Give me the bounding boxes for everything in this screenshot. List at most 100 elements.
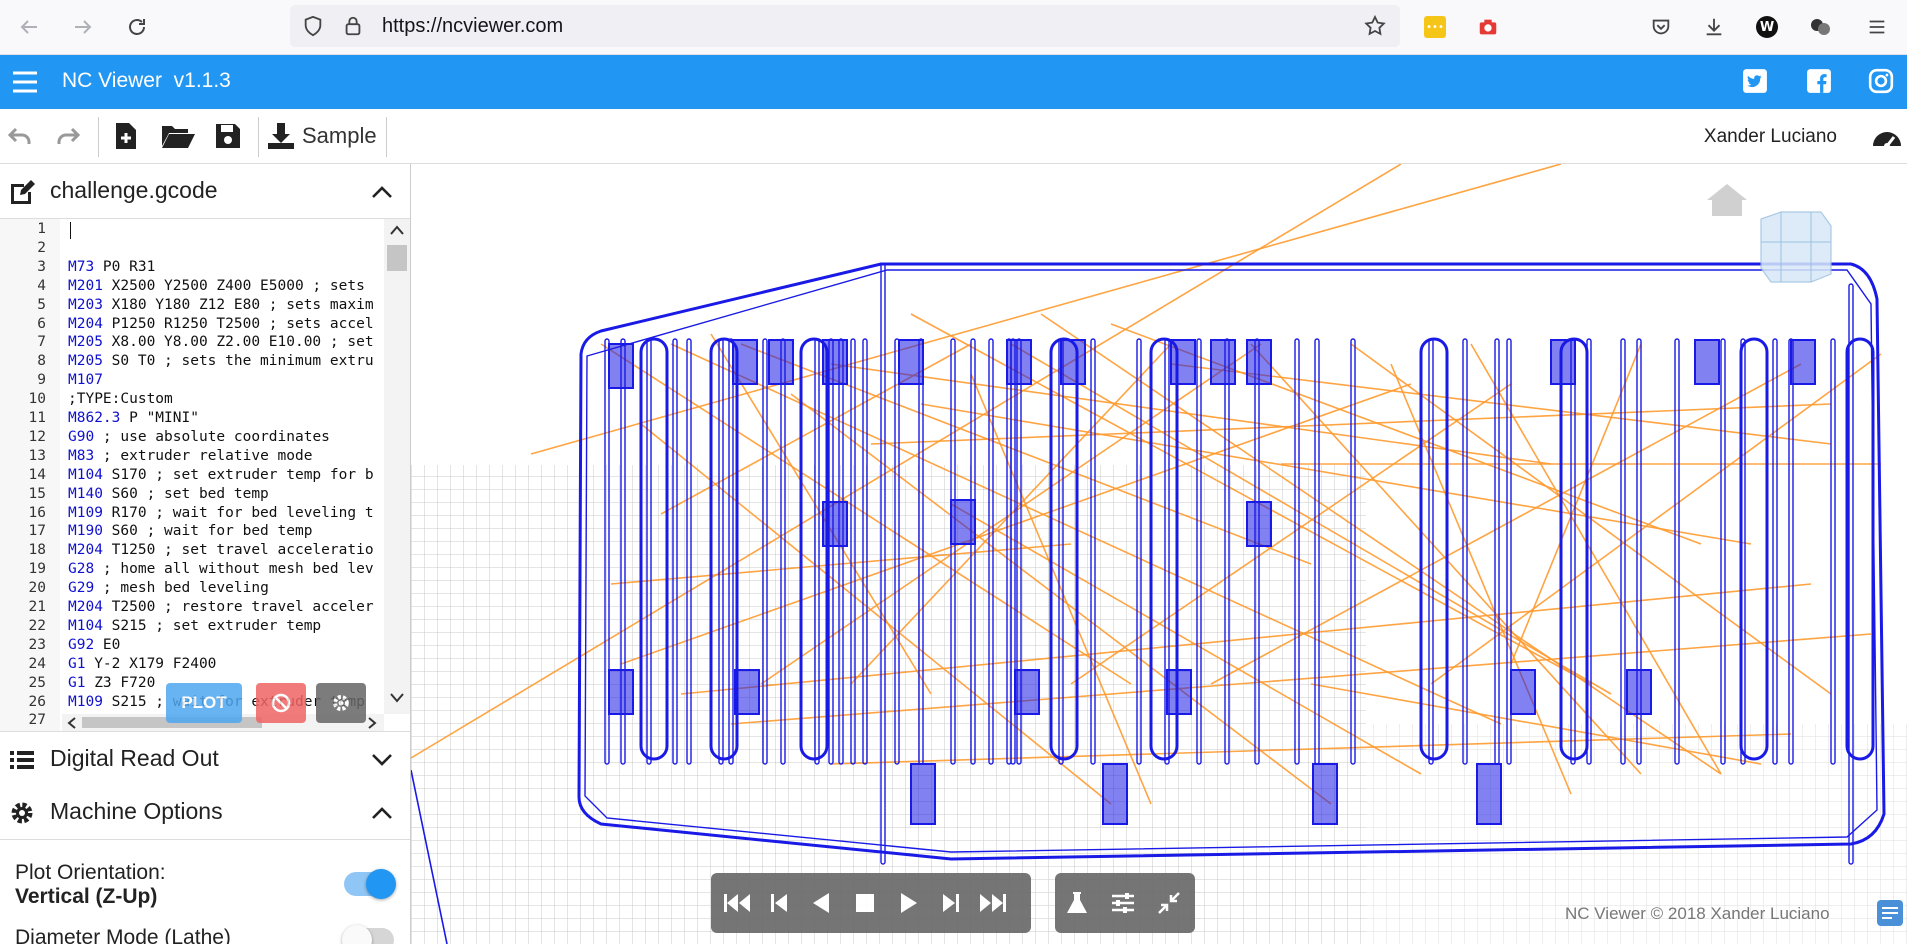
folder-open-icon [162, 126, 195, 148]
code-line[interactable]: M73 P0 R31 [68, 259, 155, 275]
menu-icon[interactable] [1860, 10, 1894, 44]
machine-options-header[interactable]: Machine Options [0, 785, 410, 840]
line-number: 22 [28, 617, 46, 634]
line-number: 16 [28, 504, 46, 521]
clear-button[interactable] [256, 683, 306, 723]
step-backward-icon [771, 894, 787, 912]
letter-curve [1559, 337, 1589, 761]
pocket-icon[interactable] [1644, 10, 1678, 44]
code-line[interactable]: M109 R170 ; wait for bed leveling t [68, 505, 374, 521]
settings-sliders-button[interactable] [1105, 885, 1141, 921]
redo-button[interactable] [52, 117, 84, 155]
screenshot-camera-icon[interactable] [1471, 10, 1505, 44]
toolpath-scene[interactable] [411, 164, 1907, 944]
code-line[interactable]: M203 X180 Y180 Z12 E80 ; sets maxim [68, 297, 374, 313]
star-icon[interactable] [1363, 14, 1387, 38]
code-line[interactable]: ;TYPE:Custom [68, 391, 173, 407]
speedometer-icon[interactable] [1870, 122, 1904, 152]
gcode-command: M862.3 [68, 410, 121, 426]
reload-button[interactable] [120, 10, 154, 44]
wikipedia-extension-icon[interactable]: W [1750, 10, 1784, 44]
scroll-right-icon[interactable] [366, 716, 378, 730]
editor-settings-button[interactable] [316, 683, 366, 723]
new-file-button[interactable] [110, 117, 142, 155]
vertical-scroll-thumb[interactable] [387, 245, 407, 271]
ban-icon [271, 693, 291, 713]
code-line[interactable]: M190 S60 ; wait for bed temp [68, 523, 312, 539]
diameter-mode-toggle[interactable] [342, 925, 394, 944]
forward-button[interactable] [66, 10, 100, 44]
code-line[interactable]: M140 S60 ; set bed temp [68, 486, 269, 502]
play-reverse-button[interactable] [803, 885, 839, 921]
code-line[interactable]: G92 E0 [68, 637, 120, 653]
dro-panel-header[interactable]: Digital Read Out [0, 731, 410, 787]
sample-button-label: Sample [302, 123, 377, 148]
twitter-icon[interactable] [1742, 68, 1768, 94]
code-line[interactable]: M205 S0 T0 ; sets the minimum extru [68, 353, 374, 369]
code-line[interactable]: G90 ; use absolute coordinates [68, 429, 330, 445]
code-line[interactable]: M104 S170 ; set extruder temp for b [68, 467, 374, 483]
home-view-icon[interactable] [1707, 184, 1747, 216]
code-line[interactable]: M204 T1250 ; set travel acceleratio [68, 542, 374, 558]
plot-orientation-option: Plot Orientation: Vertical (Z-Up) [15, 861, 166, 909]
code-line[interactable]: M862.3 P "MINI" [68, 410, 199, 426]
sample-button[interactable]: Sample [266, 117, 377, 155]
view-cube[interactable] [1760, 211, 1832, 283]
code-line[interactable]: G29 ; mesh bed leveling [68, 580, 269, 596]
play-button[interactable] [891, 885, 927, 921]
line-number: 7 [37, 334, 46, 351]
code-line[interactable]: M107 [68, 372, 103, 388]
scroll-down-icon[interactable] [389, 691, 405, 705]
step-back-button[interactable] [761, 885, 797, 921]
back-button[interactable] [12, 10, 46, 44]
code-line[interactable]: G28 ; home all without mesh bed lev [68, 561, 374, 577]
scroll-left-icon[interactable] [66, 716, 78, 730]
code-line[interactable]: G1 Z3 F720 [68, 675, 155, 691]
url-text[interactable]: https://ncviewer.com [382, 15, 563, 38]
editor-vertical-scrollbar[interactable] [384, 219, 410, 714]
code-line[interactable]: M204 T2500 ; restore travel acceler [68, 599, 374, 615]
chevron-up-icon[interactable] [370, 180, 394, 204]
extension-yellow-icon[interactable]: ••• [1418, 10, 1452, 44]
save-button[interactable] [212, 117, 244, 155]
code-line[interactable]: M104 S215 ; set extruder temp [68, 618, 321, 634]
plot-button[interactable]: PLOT [166, 683, 242, 723]
code-line[interactable]: M201 X2500 Y2500 Z400 E5000 ; sets [68, 278, 365, 294]
url-bar[interactable]: https://ncviewer.com [290, 5, 1400, 47]
plot-orientation-toggle[interactable] [344, 869, 396, 899]
compress-view-button[interactable] [1151, 885, 1187, 921]
new-file-icon [116, 123, 136, 149]
code-line[interactable]: M205 X8.00 Y8.00 Z2.00 E10.00 ; set [68, 334, 374, 350]
chevron-down-icon[interactable] [370, 748, 394, 772]
lab-button[interactable] [1059, 885, 1095, 921]
gcode-params: P "MINI" [120, 410, 199, 426]
gcode-params: S215 ; set extruder temp [102, 617, 322, 634]
facebook-icon[interactable] [1806, 68, 1832, 94]
skip-to-end-button[interactable] [975, 885, 1011, 921]
toolpath-viewport[interactable] [411, 164, 1907, 944]
code-line[interactable]: M83 ; extruder relative mode [68, 448, 312, 464]
step-forward-button[interactable] [933, 885, 969, 921]
notes-icon[interactable] [1875, 898, 1905, 928]
dense-pad [1550, 339, 1576, 385]
download-icon[interactable] [1697, 10, 1731, 44]
scroll-up-icon[interactable] [389, 223, 405, 237]
instagram-icon[interactable] [1868, 68, 1894, 94]
stop-button[interactable] [847, 885, 883, 921]
hamburger-menu-icon[interactable] [11, 69, 39, 95]
open-file-button[interactable] [158, 117, 198, 155]
line-number: 26 [28, 693, 46, 710]
gcode-editor[interactable]: 1 2 3 4 5 6 7 8 9 10 11 12 13 14 15 16 17 18 19 20 21 22 23 24 2… [0, 219, 410, 731]
redo-icon [57, 127, 81, 144]
file-panel-header[interactable]: challenge.gcode [0, 164, 410, 219]
skip-to-start-button[interactable] [719, 885, 755, 921]
stop-icon [856, 894, 874, 912]
code-line[interactable]: G1 Y-2 X179 F2400 [68, 656, 216, 672]
undo-button[interactable] [4, 117, 36, 155]
chevron-up-icon[interactable] [370, 801, 394, 825]
extension-spheres-icon[interactable] [1803, 10, 1837, 44]
shield-icon[interactable] [302, 15, 324, 37]
code-line[interactable]: M204 P1250 R1250 T2500 ; sets accel [68, 316, 374, 332]
user-name[interactable]: Xander Luciano [1704, 126, 1837, 148]
lock-icon[interactable] [342, 15, 364, 37]
